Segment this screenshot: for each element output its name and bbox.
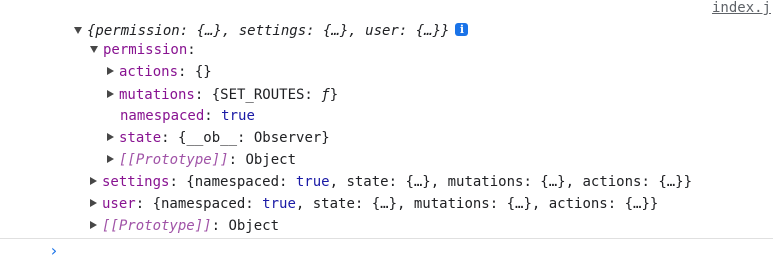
permission-state-row[interactable]: state: {__ob__: Observer} [107, 127, 330, 149]
permission-mutations-row[interactable]: mutations: {SET_ROUTES: ƒ} [107, 84, 338, 106]
settings-value-post: , state: {…}, mutations: {…}, actions: {… [329, 174, 693, 190]
permission-key: permission [103, 42, 188, 58]
state-key: state [119, 130, 162, 146]
mutations-key: mutations [119, 87, 195, 103]
actions-key: actions [119, 64, 179, 80]
function-glyph: ƒ [321, 87, 330, 103]
actions-value: {} [194, 64, 212, 80]
namespaced-key: namespaced [120, 108, 205, 124]
colon: : [204, 108, 222, 124]
user-value-pre: {namespaced: [152, 196, 263, 212]
colon: : [187, 42, 196, 58]
settings-value-pre: {namespaced: [186, 174, 296, 190]
user-row[interactable]: user: {namespaced: true, state: {…}, mut… [90, 193, 658, 215]
expand-triangle-down-icon[interactable] [90, 45, 98, 53]
namespaced-value: true [221, 108, 255, 124]
permission-row[interactable]: permission: [90, 39, 196, 61]
root-prototype-key: [[Prototype]] [102, 218, 212, 234]
expand-triangle-down-icon[interactable] [74, 26, 82, 34]
prototype-key: [[Prototype]] [119, 152, 229, 168]
root-prototype-row[interactable]: [[Prototype]]: Object [90, 215, 279, 237]
permission-prototype-row[interactable]: [[Prototype]]: Object [107, 149, 296, 171]
mutations-value: {SET_ROUTES: [211, 87, 322, 103]
state-value: {__ob__: Observer} [178, 130, 330, 146]
colon: : [161, 130, 179, 146]
colon: : [228, 152, 246, 168]
root-object-summary: {permission: {…}, settings: {…}, user: {… [87, 23, 450, 39]
console-prompt-icon[interactable]: › [49, 243, 59, 259]
colon: : [169, 174, 187, 190]
expand-triangle-right-icon[interactable] [90, 199, 97, 207]
colon: : [194, 87, 212, 103]
expand-triangle-right-icon[interactable] [90, 177, 97, 185]
user-key: user [102, 196, 136, 212]
permission-namespaced-row: namespaced: true [120, 105, 255, 127]
expand-triangle-right-icon[interactable] [90, 221, 97, 229]
expand-triangle-right-icon[interactable] [107, 133, 114, 141]
mutations-close: } [329, 87, 339, 103]
prototype-value: Object [245, 152, 297, 168]
console-divider [0, 238, 773, 239]
permission-actions-row[interactable]: actions: {} [107, 61, 212, 83]
root-prototype-value: Object [228, 218, 280, 234]
expand-triangle-right-icon[interactable] [107, 67, 114, 75]
expand-triangle-right-icon[interactable] [107, 90, 114, 98]
source-file-link[interactable]: index.j [712, 0, 771, 16]
colon: : [178, 64, 195, 80]
expand-triangle-right-icon[interactable] [107, 155, 114, 163]
settings-key: settings [102, 174, 170, 190]
user-namespaced-value: true [262, 196, 296, 212]
colon: : [135, 196, 153, 212]
user-value-post: , state: {…}, mutations: {…}, actions: {… [295, 196, 659, 212]
settings-namespaced-value: true [295, 174, 330, 190]
settings-row[interactable]: settings: {namespaced: true, state: {…},… [90, 171, 692, 193]
colon: : [211, 218, 229, 234]
info-icon[interactable]: i [455, 22, 469, 36]
